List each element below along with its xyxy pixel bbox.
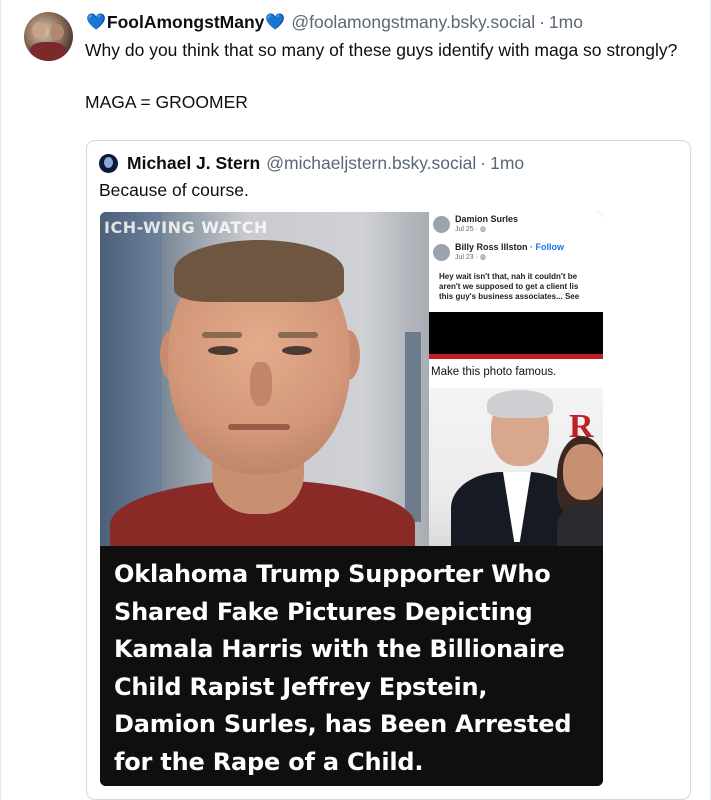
quoted-author-handle[interactable]: @michaeljstern.bsky.social — [266, 153, 476, 174]
fb-date: Jul 25 · — [455, 226, 480, 233]
globe-icon: ◍ — [479, 226, 487, 233]
mugshot-photo: ICH-WING WATCH — [100, 212, 429, 570]
red-stripe — [429, 354, 603, 359]
post-timestamp[interactable]: 1mo — [549, 12, 583, 33]
quoted-post-text: Because of course. — [99, 180, 249, 200]
fb-date: Jul 23 · — [455, 254, 480, 261]
fb-post-header: Damion Surles Jul 25 · ◍ — [429, 214, 603, 233]
headline-banner: Oklahoma Trump Supporter Who Shared Fake… — [100, 546, 603, 786]
fb-commenter-name: Billy Ross Illston — [455, 242, 528, 252]
globe-icon: ◍ — [479, 254, 487, 261]
blue-heart-icon: 💙 — [86, 14, 106, 31]
headline-line: Child Rapist Jeffrey Epstein, — [114, 672, 488, 701]
facebook-screenshot: Damion Surles Jul 25 · ◍ Billy Ross Ills… — [429, 212, 603, 546]
avatar — [433, 216, 450, 233]
quoted-post-timestamp[interactable]: 1mo — [490, 153, 524, 174]
fb-follow-link: · Follow — [527, 242, 565, 252]
headline-line: Shared Fake Pictures Depicting — [114, 597, 533, 626]
separator-dot: · — [480, 153, 487, 173]
fb-author-name: Damion Surles — [455, 214, 519, 224]
quoted-author-avatar[interactable] — [99, 154, 118, 173]
blue-heart-icon: 💙 — [265, 14, 286, 31]
headline-line: Damion Surles, has Been Arrested — [114, 710, 572, 738]
separator-dot: · — [539, 11, 545, 32]
author-avatar[interactable] — [24, 12, 73, 61]
event-photo: R — [429, 388, 603, 546]
fb-comment-header: Billy Ross Illston · Follow Jul 23 · ◍ — [429, 242, 603, 261]
fb-comment-text: Hey wait isn't that, nah it couldn't be … — [439, 272, 580, 301]
headline-line: Kamala Harris with the Billionaire — [114, 635, 565, 663]
quoted-post-header: Michael J. Stern @michaeljstern.bsky.soc… — [99, 153, 524, 174]
redaction-bar — [429, 312, 603, 354]
quoted-post-image[interactable]: ICH-WING WATCH Damion Surles Jul 25 · ◍ … — [100, 212, 603, 786]
post-text: Why do you think that so many of these g… — [85, 37, 685, 115]
post-text-line: Why do you think that so many of these g… — [85, 40, 678, 60]
headline-line: for the Rape of a Child. — [114, 747, 424, 776]
headline-line: Oklahoma Trump Supporter Who — [114, 560, 551, 588]
fb-caption: Make this photo famous. — [431, 366, 557, 378]
author-handle[interactable]: @foolamongstmany.bsky.social — [291, 12, 535, 33]
watermark-text: ICH-WING WATCH — [104, 218, 268, 237]
post-text-line: MAGA = GROOMER — [85, 92, 248, 112]
post-header: 💙 FoolAmongstMany 💙 @foolamongstmany.bsk… — [85, 10, 583, 34]
avatar — [433, 244, 450, 261]
author-display-name[interactable]: FoolAmongstMany — [107, 12, 265, 33]
quoted-author-display-name[interactable]: Michael J. Stern — [127, 153, 260, 174]
